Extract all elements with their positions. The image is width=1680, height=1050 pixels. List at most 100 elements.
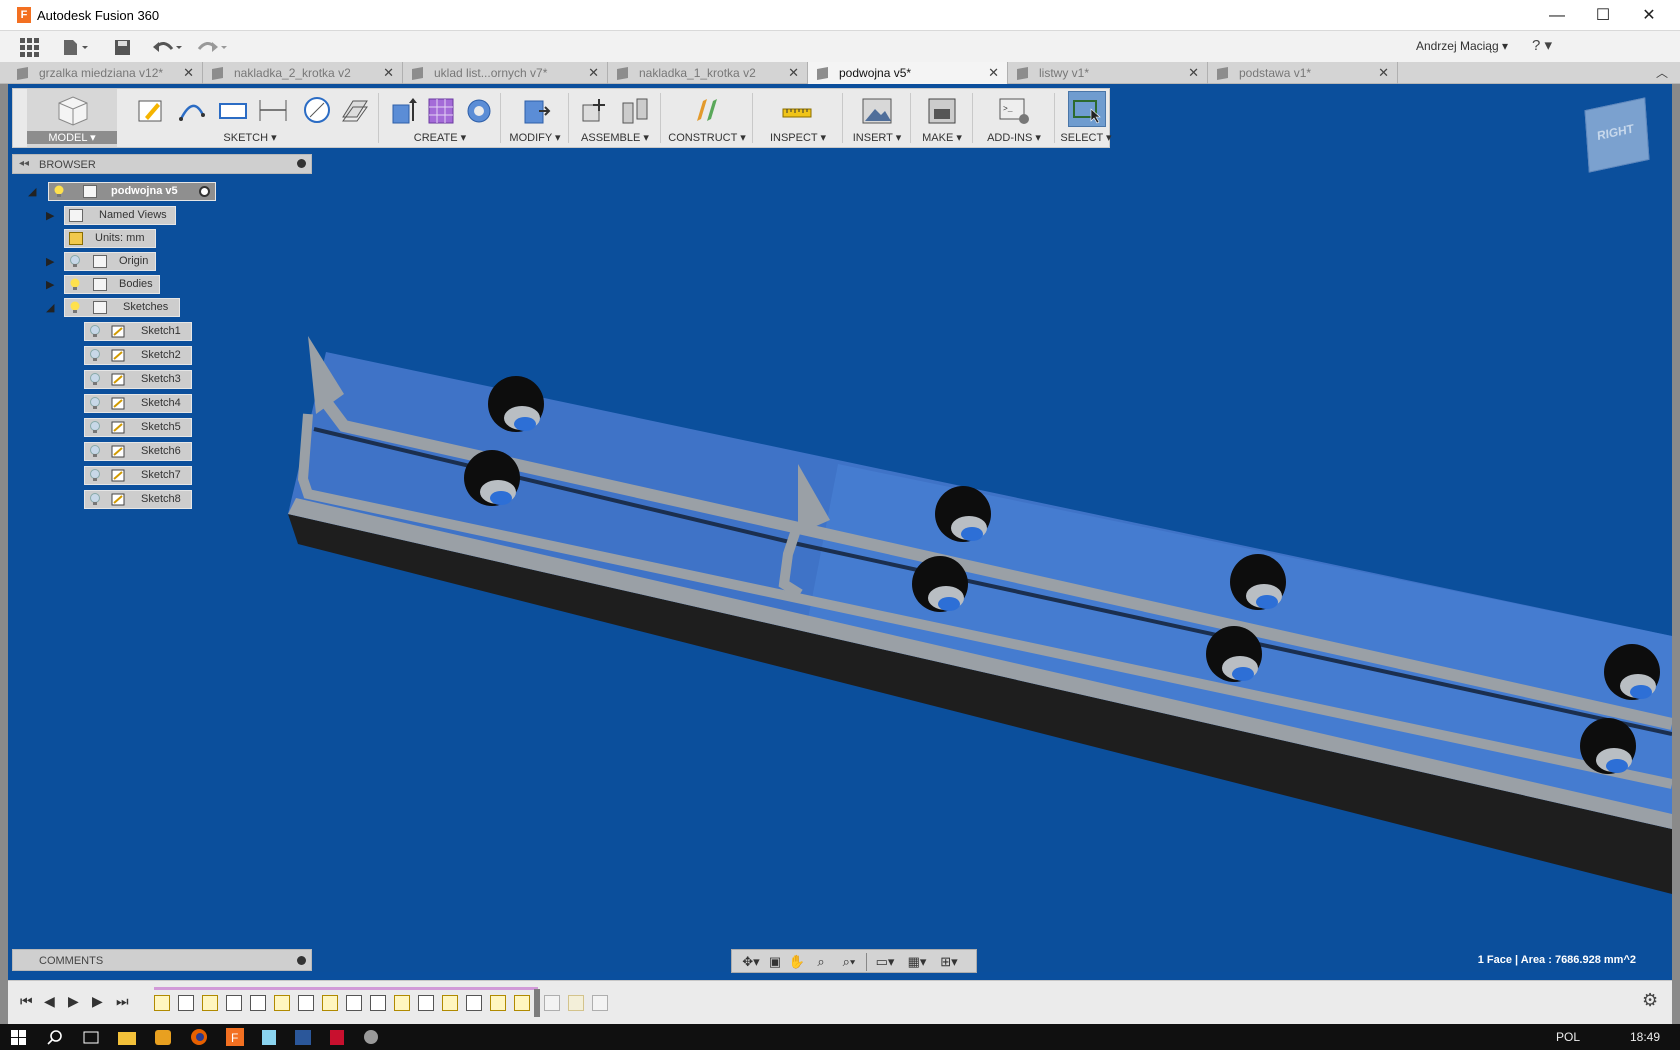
lightbulb-icon[interactable] (89, 493, 101, 506)
tab-listwy[interactable]: listwy v1* ✕ (1008, 62, 1208, 84)
go-to-end-icon[interactable]: ⏭ (116, 993, 129, 1010)
tab-close-icon[interactable]: ✕ (788, 62, 799, 84)
timeline-settings-gear-icon[interactable]: ⚙ (1642, 990, 1658, 1011)
model-scene[interactable] (8, 84, 1672, 972)
grid-settings-icon[interactable]: ▦▾ (904, 954, 930, 970)
tree-bodies[interactable]: Bodies (64, 275, 160, 294)
timeline-sketch-feature[interactable] (202, 995, 218, 1011)
go-to-start-icon[interactable]: ⏮ (20, 993, 33, 1010)
orbit-icon[interactable]: ✥▾ (738, 954, 764, 970)
tab-grzalka-miedziana[interactable]: grzalka miedziana v12* ✕ (8, 62, 203, 84)
timeline-extrude-feature[interactable] (346, 995, 362, 1011)
user-menu[interactable]: Andrzej Maciąg ▾ (1416, 39, 1508, 53)
lightbulb-icon[interactable] (69, 255, 81, 268)
tree-named-views[interactable]: Named Views (64, 206, 176, 225)
joint-icon[interactable] (619, 95, 651, 125)
minimize-button[interactable]: — (1534, 0, 1580, 31)
tab-podwojna[interactable]: podwojna v5* ✕ (808, 62, 1008, 84)
timeline-hole-feature[interactable] (250, 995, 266, 1011)
pdf-icon[interactable] (326, 1027, 348, 1047)
hole[interactable] (1206, 626, 1262, 682)
fusion-taskbar-icon[interactable]: F (224, 1027, 246, 1047)
hole[interactable] (1230, 554, 1286, 610)
step-back-icon[interactable]: ◀ (44, 993, 55, 1010)
tree-sketch-item[interactable]: Sketch5 (84, 418, 192, 437)
create-menu[interactable]: CREATE ▾ (379, 131, 501, 144)
task-view-icon[interactable] (80, 1027, 102, 1047)
new-component-icon[interactable] (579, 95, 611, 125)
tab-close-icon[interactable]: ✕ (1378, 62, 1389, 84)
activate-radio-icon[interactable] (199, 186, 210, 197)
lightbulb-icon[interactable] (89, 325, 101, 338)
file-icon[interactable] (62, 37, 90, 57)
line-tool-icon[interactable] (177, 95, 209, 125)
expanded-triangle-icon[interactable]: ◢ (28, 185, 40, 199)
lightbulb-icon[interactable] (89, 373, 101, 386)
construct-menu[interactable]: CONSTRUCT ▾ (661, 131, 753, 144)
view-cube[interactable]: RIGHT (1584, 97, 1650, 173)
viewports-icon[interactable]: ⊞▾ (936, 954, 962, 970)
hole[interactable] (1580, 718, 1636, 774)
insert-menu[interactable]: INSERT ▾ (843, 131, 911, 144)
tree-sketch-item[interactable]: Sketch7 (84, 466, 192, 485)
tool-icon[interactable] (360, 1027, 382, 1047)
system-clock[interactable]: 18:49 (1630, 1030, 1660, 1044)
select-icon[interactable] (1071, 95, 1103, 125)
lightbulb-icon[interactable] (69, 301, 81, 314)
tree-sketch-item[interactable]: Sketch1 (84, 322, 192, 341)
notepad-icon[interactable] (258, 1027, 280, 1047)
firefox-icon[interactable] (188, 1027, 210, 1047)
tree-sketch-item[interactable]: Sketch3 (84, 370, 192, 389)
tree-sketch-item[interactable]: Sketch8 (84, 490, 192, 509)
timeline-extrude-feature[interactable] (298, 995, 314, 1011)
press-pull-icon[interactable] (519, 95, 551, 125)
hole[interactable] (1604, 644, 1660, 700)
timeline-marker[interactable] (534, 989, 540, 1017)
hole[interactable] (488, 376, 544, 432)
collapsed-triangle-icon[interactable]: ▶ (46, 209, 58, 223)
canvas-viewport[interactable] (8, 84, 1672, 972)
system-tray-language[interactable]: POL (1556, 1030, 1580, 1044)
tab-close-icon[interactable]: ✕ (588, 62, 599, 84)
fit-icon[interactable]: ⌕▾ (836, 954, 862, 970)
timeline-sketch-feature[interactable] (394, 995, 410, 1011)
tree-sketch-item[interactable]: Sketch4 (84, 394, 192, 413)
tabs-collapse-icon[interactable]: ︿ (1656, 64, 1668, 81)
lightbulb-icon[interactable] (89, 469, 101, 482)
hole[interactable] (464, 450, 520, 506)
3d-print-icon[interactable] (926, 95, 958, 125)
create-sketch-icon[interactable] (135, 95, 167, 125)
offset-plane-icon[interactable] (691, 95, 723, 125)
timeline-extrude-feature[interactable] (466, 995, 482, 1011)
lightbulb-icon[interactable] (89, 445, 101, 458)
tree-root[interactable]: podwojna v5 (48, 182, 216, 201)
pin-icon[interactable] (297, 159, 306, 168)
measure-icon[interactable] (781, 95, 813, 125)
app-icon[interactable] (152, 1027, 174, 1047)
tab-close-icon[interactable]: ✕ (383, 62, 394, 84)
pan-icon[interactable]: ✋ (788, 954, 806, 970)
timeline-extrude-feature[interactable] (418, 995, 434, 1011)
modify-menu[interactable]: MODIFY ▾ (501, 131, 569, 144)
rectangle-tool-icon[interactable] (217, 95, 249, 125)
addins-menu[interactable]: ADD-INS ▾ (973, 131, 1055, 144)
play-icon[interactable]: ▶ (68, 993, 79, 1010)
select-menu[interactable]: SELECT ▾ (1055, 131, 1117, 144)
word-icon[interactable] (292, 1027, 314, 1047)
tab-close-icon[interactable]: ✕ (183, 62, 194, 84)
zoom-icon[interactable]: ⌕ (812, 954, 830, 970)
collapsed-triangle-icon[interactable]: ▶ (46, 278, 58, 292)
maximize-button[interactable]: ☐ (1580, 0, 1626, 31)
inspect-menu[interactable]: INSPECT ▾ (753, 131, 843, 144)
circle-tool-icon[interactable] (301, 95, 333, 125)
lightbulb-icon[interactable] (89, 397, 101, 410)
tree-sketches[interactable]: Sketches (64, 298, 180, 317)
tab-podstawa[interactable]: podstawa v1* ✕ (1208, 62, 1398, 84)
tree-sketch-item[interactable]: Sketch2 (84, 346, 192, 365)
model-menu[interactable]: MODEL ▾ (27, 131, 117, 144)
help-menu[interactable]: ? ▾ (1532, 36, 1552, 54)
revolve-icon[interactable] (463, 95, 495, 125)
timeline-sketch-feature[interactable] (274, 995, 290, 1011)
tree-sketch-item[interactable]: Sketch6 (84, 442, 192, 461)
timeline-sketch-feature[interactable] (490, 995, 506, 1011)
